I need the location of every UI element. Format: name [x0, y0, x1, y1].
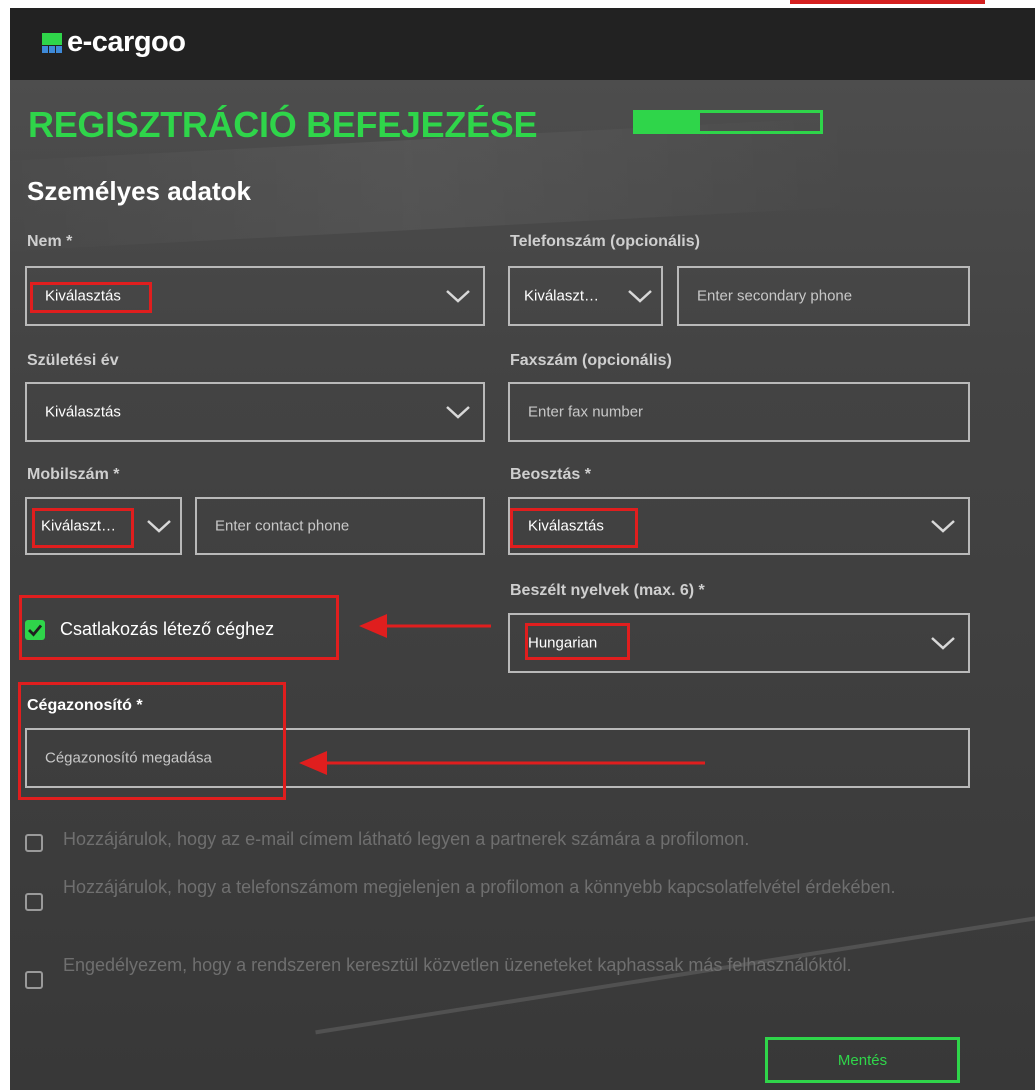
consent-email-visible[interactable]: Hozzájárulok, hogy az e-mail címem látha… — [25, 826, 960, 852]
chevron-down-icon — [628, 290, 652, 303]
annotation-highlight-gender — [30, 282, 152, 313]
consent-direct-messages[interactable]: Engedélyezem, hogy a rendszeren keresztü… — [25, 952, 925, 989]
annotation-arrow-left-icon — [359, 614, 491, 638]
consent-phone-text: Hozzájárulok, hogy a telefonszámom megje… — [63, 877, 896, 897]
progress-bar-fill — [636, 113, 701, 131]
contact-phone-placeholder: Enter contact phone — [215, 517, 350, 535]
logo-text: e-cargoo — [67, 26, 186, 58]
annotation-highlight-join-company — [19, 595, 339, 660]
fax-input[interactable]: Enter fax number — [508, 382, 970, 442]
logo-mark-icon — [42, 32, 62, 53]
annotation-highlight-position — [510, 508, 638, 548]
birth-year-label: Születési év — [27, 352, 119, 369]
annotation-highlight-company-id — [18, 682, 286, 800]
annotation-arrow-left-icon — [299, 751, 705, 775]
gender-label: Nem * — [27, 233, 73, 250]
top-navbar: e-cargoo — [10, 8, 1035, 80]
logo[interactable]: e-cargoo — [42, 26, 186, 59]
chevron-down-icon — [931, 637, 955, 650]
annotation-highlight-mobile-country — [32, 508, 134, 548]
fax-placeholder: Enter fax number — [528, 403, 644, 421]
mobile-label: Mobilszám * — [27, 466, 120, 483]
chevron-down-icon — [446, 290, 470, 303]
chevron-down-icon — [931, 520, 955, 533]
consent-messages-checkbox[interactable] — [25, 971, 43, 989]
chevron-down-icon — [446, 406, 470, 419]
position-label: Beosztás * — [510, 466, 591, 483]
consent-phone-checkbox[interactable] — [25, 893, 43, 911]
secondary-phone-input[interactable]: Enter secondary phone — [677, 266, 970, 326]
consent-phone-visible[interactable]: Hozzájárulok, hogy a telefonszámom megje… — [25, 874, 905, 911]
registration-progress-bar — [633, 110, 823, 134]
save-button[interactable]: Mentés — [765, 1037, 960, 1083]
consent-email-checkbox[interactable] — [25, 834, 43, 852]
annotation-top-line — [790, 0, 985, 4]
registration-panel: REGISZTRÁCIÓ BEFEJEZÉSE Személyes adatok… — [10, 80, 1035, 1090]
consent-email-text: Hozzájárulok, hogy az e-mail címem látha… — [63, 829, 750, 849]
phone-label: Telefonszám (opcionális) — [510, 233, 700, 250]
phone-country-select[interactable]: Kiválaszt… — [508, 266, 663, 326]
page-title: REGISZTRÁCIÓ BEFEJEZÉSE — [28, 104, 538, 145]
contact-phone-input[interactable]: Enter contact phone — [195, 497, 485, 555]
birth-year-select[interactable]: Kiválasztás — [25, 382, 485, 442]
fax-label: Faxszám (opcionális) — [510, 352, 672, 369]
section-title: Személyes adatok — [27, 176, 252, 206]
consent-messages-text: Engedélyezem, hogy a rendszeren keresztü… — [63, 955, 852, 975]
languages-label: Beszélt nyelvek (max. 6) * — [510, 582, 705, 599]
phone-country-value: Kiválaszt… — [524, 287, 600, 305]
secondary-phone-placeholder: Enter secondary phone — [697, 287, 853, 305]
annotation-highlight-languages — [525, 623, 630, 660]
birth-year-select-value: Kiválasztás — [45, 403, 121, 421]
chevron-down-icon — [147, 520, 171, 533]
